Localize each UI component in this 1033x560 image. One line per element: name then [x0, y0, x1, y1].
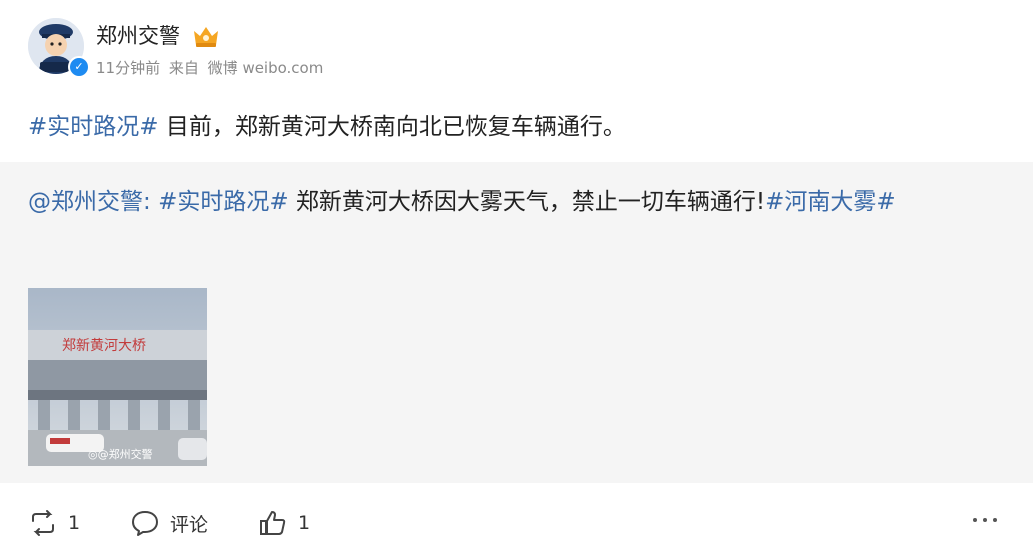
- more-dot-icon: [983, 518, 987, 522]
- toll-station-image: 郑新黄河大桥: [28, 288, 207, 466]
- topic-link-1[interactable]: #实时路况#: [158, 189, 289, 215]
- repost-count: 1: [68, 512, 81, 534]
- post-source[interactable]: 微博 weibo.com: [208, 59, 324, 77]
- repost-button[interactable]: 1: [28, 509, 80, 537]
- image-watermark: ◎@郑州交警: [88, 446, 153, 462]
- author-name[interactable]: 郑州交警: [96, 22, 180, 50]
- weibo-logo-icon: ◎: [88, 448, 98, 461]
- watermark-text: @郑州交警: [97, 448, 153, 461]
- repost-body-text: 郑新黄河大桥因大雾天气，禁止一切车辆通行!: [288, 189, 766, 215]
- topic-link[interactable]: #实时路况#: [28, 114, 159, 140]
- comment-label: 评论: [170, 513, 209, 536]
- post-body: #实时路况# 目前，郑新黄河大桥南向北已恢复车辆通行。: [28, 110, 626, 144]
- source-prefix: 来自: [168, 59, 199, 77]
- post-action-bar: 1 评论 1: [0, 483, 1033, 560]
- topic-link-2[interactable]: #河南大雾#: [765, 189, 896, 215]
- thumbs-up-icon: [260, 511, 286, 535]
- mention-link[interactable]: @郑州交警: [28, 189, 143, 215]
- repost-text: @郑州交警: #实时路况# 郑新黄河大桥因大雾天气，禁止一切车辆通行!#河南大雾…: [28, 184, 998, 220]
- like-button[interactable]: 1: [258, 509, 310, 537]
- verified-badge-icon: ✓: [68, 56, 90, 78]
- comment-button[interactable]: 评论: [130, 509, 208, 537]
- more-dot-icon: [993, 518, 997, 522]
- repost-icon: [32, 510, 54, 536]
- station-sign-text: 郑新黄河大桥: [62, 337, 146, 354]
- post-image-thumbnail[interactable]: 郑新黄河大桥 ◎@郑州交警: [28, 288, 207, 466]
- post-meta: 11分钟前 来自 微博 weibo.com: [96, 58, 327, 78]
- comment-icon: [132, 511, 158, 536]
- like-count: 1: [298, 512, 311, 534]
- post-header: ✓ 郑州交警 11分钟前 来自 微博 weibo.com: [28, 18, 1008, 78]
- reposted-content: @郑州交警: #实时路况# 郑新黄河大桥因大雾天气，禁止一切车辆通行!#河南大雾…: [0, 162, 1033, 483]
- vip-crown-icon[interactable]: [192, 23, 220, 49]
- mention-colon: :: [143, 189, 159, 215]
- more-dot-icon: [973, 518, 977, 522]
- post-body-text: 目前，郑新黄河大桥南向北已恢复车辆通行。: [158, 114, 626, 140]
- post-time[interactable]: 11分钟前: [96, 59, 160, 77]
- more-options-button[interactable]: [973, 515, 997, 525]
